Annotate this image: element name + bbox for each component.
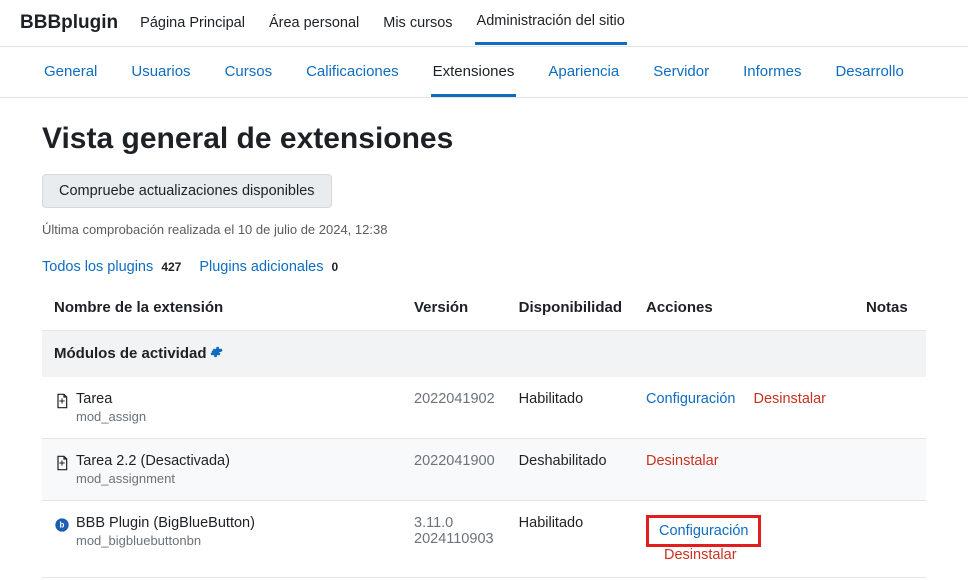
th-actions: Acciones bbox=[634, 285, 854, 331]
plugin-filter-row: Todos los plugins 427 Plugins adicionale… bbox=[42, 259, 926, 275]
filter-all-count: 427 bbox=[161, 260, 181, 274]
uninstall-link[interactable]: Desinstalar bbox=[646, 453, 719, 469]
plugin-code: mod_assign bbox=[76, 409, 146, 424]
th-name: Nombre de la extensión bbox=[42, 285, 402, 331]
plugin-version: 2022041900 bbox=[402, 439, 507, 501]
th-notes: Notas bbox=[854, 285, 926, 331]
table-row: b BBB Plugin (BigBlueButton) mod_bigbluebu… bbox=[42, 501, 926, 578]
table-row: Tarea 2.2 (Desactivada) mod_assignment 202… bbox=[42, 439, 926, 501]
subnav-reports[interactable]: Informes bbox=[741, 63, 803, 97]
topnav-item-dashboard[interactable]: Área personal bbox=[267, 15, 361, 44]
plugin-notes bbox=[854, 439, 926, 501]
subnav-users[interactable]: Usuarios bbox=[129, 63, 192, 97]
subnav-plugins[interactable]: Extensiones bbox=[431, 63, 517, 97]
filter-all-plugins[interactable]: Todos los plugins bbox=[42, 259, 153, 275]
uninstall-link[interactable]: Desinstalar bbox=[664, 547, 737, 563]
last-check-text: Última comprobación realizada el 10 de j… bbox=[42, 222, 926, 237]
table-row: Tareamod_assign2022041902HabilitadoConfi… bbox=[42, 377, 926, 439]
plugin-availability: Deshabilitado bbox=[507, 439, 634, 501]
uninstall-link[interactable]: Desinstalar bbox=[753, 391, 826, 407]
th-version: Versión bbox=[402, 285, 507, 331]
sub-navigation: General Usuarios Cursos Calificaciones E… bbox=[0, 47, 968, 98]
page-title: Vista general de extensiones bbox=[42, 122, 926, 156]
gear-icon[interactable] bbox=[209, 345, 223, 363]
plugin-version: 2022041902 bbox=[402, 377, 507, 439]
plugin-code: mod_bigbluebuttonbn bbox=[76, 533, 255, 548]
document-icon bbox=[54, 393, 70, 409]
plugin-version: 3.11.02024110903 bbox=[402, 501, 507, 578]
plugin-title: Tarea bbox=[76, 391, 146, 407]
subnav-grades[interactable]: Calificaciones bbox=[304, 63, 401, 97]
top-navigation: BBBplugin Página Principal Área personal… bbox=[0, 0, 968, 47]
plugin-actions: Configuración Desinstalar bbox=[634, 377, 854, 439]
plugin-notes bbox=[854, 501, 926, 578]
bbb-icon: b bbox=[54, 517, 70, 533]
filter-additional-plugins[interactable]: Plugins adicionales bbox=[199, 259, 323, 275]
plugin-actions: Desinstalar bbox=[634, 439, 854, 501]
plugin-availability: Habilitado bbox=[507, 377, 634, 439]
configure-link[interactable]: Configuración bbox=[659, 523, 748, 539]
plugin-availability: Habilitado bbox=[507, 501, 634, 578]
plugin-title: Tarea 2.2 (Desactivada) bbox=[76, 453, 230, 469]
subnav-server[interactable]: Servidor bbox=[651, 63, 711, 97]
plugins-table: Nombre de la extensión Versión Disponibi… bbox=[42, 285, 926, 578]
plugin-title: BBB Plugin (BigBlueButton) bbox=[76, 515, 255, 531]
category-title: Módulos de actividad bbox=[54, 345, 207, 362]
topnav-item-siteadmin[interactable]: Administración del sitio bbox=[475, 13, 627, 45]
main-content: Vista general de extensiones Compruebe a… bbox=[0, 98, 968, 578]
subnav-appearance[interactable]: Apariencia bbox=[546, 63, 621, 97]
plugin-notes bbox=[854, 377, 926, 439]
document-icon bbox=[54, 455, 70, 471]
subnav-development[interactable]: Desarrollo bbox=[833, 63, 905, 97]
check-updates-button[interactable]: Compruebe actualizaciones disponibles bbox=[42, 174, 332, 208]
category-header: Módulos de actividad bbox=[42, 331, 926, 378]
topnav-item-home[interactable]: Página Principal bbox=[138, 15, 247, 44]
th-availability: Disponibilidad bbox=[507, 285, 634, 331]
brand-title: BBBplugin bbox=[20, 12, 118, 46]
topnav-item-courses[interactable]: Mis cursos bbox=[381, 15, 454, 44]
configure-link[interactable]: Configuración bbox=[646, 391, 735, 407]
filter-additional-count: 0 bbox=[332, 260, 339, 274]
plugin-actions: Configuración Desinstalar bbox=[634, 501, 854, 578]
svg-text:b: b bbox=[60, 521, 65, 530]
plugin-code: mod_assignment bbox=[76, 471, 230, 486]
subnav-general[interactable]: General bbox=[42, 63, 99, 97]
subnav-courses[interactable]: Cursos bbox=[223, 63, 275, 97]
